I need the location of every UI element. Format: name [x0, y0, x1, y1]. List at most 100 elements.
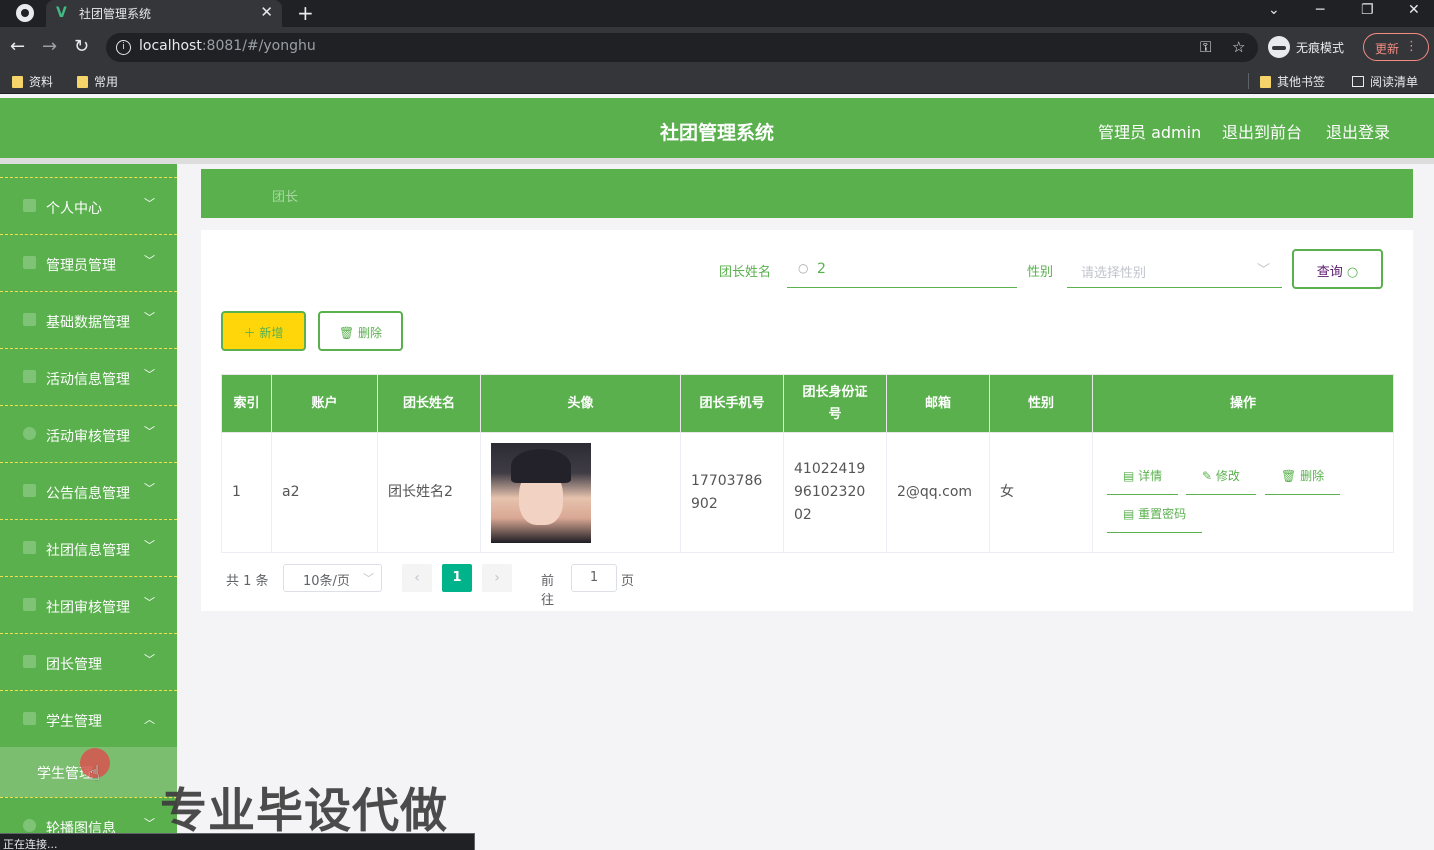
batch-delete-button[interactable]: 🗑 删除	[318, 311, 403, 351]
sidebar-item-student-management[interactable]: 学生管理 ︿	[0, 690, 177, 747]
delete-row-button[interactable]: 🗑 删除	[1265, 465, 1341, 495]
bookmark-folder-changyong[interactable]: 常用	[77, 73, 118, 90]
chevron-down-icon: ﹀	[144, 311, 155, 324]
document-icon: ▤	[1123, 469, 1135, 483]
cell-email: 2@qq.com	[886, 432, 990, 553]
chevron-down-icon: ﹀	[144, 254, 155, 267]
url-text: localhost:8081/#/yonghu	[139, 38, 316, 54]
grid-icon	[23, 313, 36, 326]
sidebar-item-label: 活动信息管理	[46, 372, 130, 388]
close-window-icon[interactable]: ✕	[1408, 2, 1420, 18]
cell-index: 1	[221, 432, 272, 553]
back-icon[interactable]: ←	[10, 36, 25, 57]
sidebar-item-label: 公告信息管理	[46, 486, 130, 502]
query-button[interactable]: 查询 ○	[1292, 249, 1383, 289]
key-icon[interactable]: ⚿	[1200, 38, 1211, 56]
cell-id-card: 410224199610232002	[783, 432, 887, 553]
query-label: 查询	[1316, 265, 1343, 280]
edit-icon: ✎	[1202, 469, 1213, 483]
app-header: 社团管理系统 管理员 admin 退出到前台 退出登录	[0, 98, 1434, 158]
site-info-icon[interactable]: i	[116, 40, 131, 55]
new-tab-icon[interactable]: +	[297, 1, 314, 25]
breadcrumb-item[interactable]: 团长	[272, 186, 298, 205]
chevron-down-icon: ﹀	[144, 197, 155, 210]
sidebar-item-personal-center[interactable]: 个人中心 ﹀	[0, 177, 177, 234]
logout-link[interactable]: 退出登录	[1326, 119, 1390, 143]
browser-tab-strip: V 社团管理系统 ✕ + ⌄ ─ ❐ ✕	[0, 0, 1434, 27]
goto-label: 前往	[541, 574, 555, 608]
reading-list[interactable]: 阅读清单	[1352, 73, 1418, 90]
sidebar-item-admin-management[interactable]: 管理员管理 ﹀	[0, 234, 177, 291]
group-icon	[23, 541, 36, 554]
url-input[interactable]: i localhost:8081/#/yonghu ⚿ ☆	[106, 33, 1258, 62]
folder-icon	[12, 75, 23, 88]
page-title: 社团管理系统	[659, 122, 774, 144]
tab-title: 社团管理系统	[79, 7, 152, 21]
browser-logo-icon	[16, 4, 34, 22]
cell-actions: ▤ 详情 ✎ 修改 🗑 删除 ▤ 重置密码	[1092, 432, 1394, 553]
prev-page-button[interactable]: ‹	[402, 564, 432, 592]
bookmark-star-icon[interactable]: ☆	[1232, 38, 1245, 56]
column-header[interactable]: 账户	[271, 374, 378, 433]
sidebar-item-label: 活动审核管理	[46, 429, 130, 445]
forward-icon[interactable]: →	[42, 36, 57, 57]
add-button[interactable]: ＋ 新增	[221, 311, 306, 351]
tab-close-icon[interactable]: ✕	[260, 3, 273, 21]
column-header[interactable]: 团长手机号	[680, 374, 784, 433]
chevron-up-icon: ︿	[144, 713, 155, 726]
column-header[interactable]: 团长姓名	[377, 374, 481, 433]
cell-account: a2	[271, 432, 378, 553]
sidebar-item-notice-info[interactable]: 公告信息管理 ﹀	[0, 462, 177, 519]
column-header[interactable]: 索引	[221, 374, 272, 433]
next-page-button[interactable]: ›	[482, 564, 512, 592]
gender-select[interactable]: 请选择性别 ﹀	[1067, 252, 1282, 288]
sidebar-item-club-info[interactable]: 社团信息管理 ﹀	[0, 519, 177, 576]
chevron-down-icon: ﹀	[363, 572, 374, 585]
other-bookmarks[interactable]: 其他书签	[1260, 73, 1325, 90]
chevron-down-icon: ﹀	[144, 539, 155, 552]
sidebar-item-leader-management[interactable]: 团长管理 ﹀	[0, 633, 177, 690]
exit-to-front-link[interactable]: 退出到前台	[1222, 119, 1302, 143]
column-header[interactable]: 操作	[1092, 374, 1394, 433]
watermark: 专业毕设代做	[160, 784, 448, 839]
admin-user-link[interactable]: 管理员 admin	[1098, 119, 1201, 143]
column-header[interactable]: 性别	[989, 374, 1093, 433]
avatar[interactable]	[491, 442, 591, 543]
column-header[interactable]: 邮箱	[886, 374, 990, 433]
incognito-indicator[interactable]: 无痕模式	[1268, 32, 1344, 62]
bookmarks-bar: 资料 常用 其他书签 阅读清单	[0, 67, 1434, 94]
tab-search-icon[interactable]: ⌄	[1268, 2, 1280, 18]
notice-icon	[23, 484, 36, 497]
address-bar-row: ← → ↻ i localhost:8081/#/yonghu ⚿ ☆ 无痕模式…	[0, 27, 1434, 67]
update-button[interactable]: 更新 ⋮	[1363, 33, 1429, 61]
edit-button[interactable]: ✎ 修改	[1186, 465, 1256, 495]
table-header-row: 索引 账户 团长姓名 头像 团长手机号 团长身份证号 邮箱 性别 操作	[221, 374, 1394, 433]
reset-password-button[interactable]: ▤ 重置密码	[1107, 503, 1203, 533]
sidebar-item-label: 团长管理	[46, 657, 102, 673]
detail-button[interactable]: ▤ 详情	[1107, 465, 1179, 495]
plus-icon: ＋	[243, 326, 256, 340]
leader-name-label: 团长姓名	[719, 265, 772, 280]
minimize-icon[interactable]: ─	[1316, 2, 1324, 18]
list-icon	[23, 598, 36, 611]
page-size-select[interactable]: 10条/页 ﹀	[283, 564, 382, 592]
leader-name-input[interactable]: ○ 2	[787, 252, 1017, 288]
chevron-down-icon: ﹀	[144, 425, 155, 438]
sidebar-item-base-data[interactable]: 基础数据管理 ﹀	[0, 291, 177, 348]
page-number-current[interactable]: 1	[442, 564, 472, 592]
restore-icon[interactable]: ❐	[1361, 2, 1374, 18]
breadcrumb: 团长	[201, 169, 1413, 218]
sidebar-item-label: 学生管理	[46, 714, 102, 730]
goto-page-input[interactable]: 1	[571, 564, 617, 592]
column-header[interactable]: 头像	[480, 374, 681, 433]
column-header[interactable]: 团长身份证号	[783, 374, 887, 433]
sidebar-item-club-review[interactable]: 社团审核管理 ﹀	[0, 576, 177, 633]
sidebar-item-activity-review[interactable]: 活动审核管理 ﹀	[0, 405, 177, 462]
reload-icon[interactable]: ↻	[74, 36, 89, 57]
sidebar-item-label: 社团审核管理	[46, 600, 130, 616]
bookmark-folder-ziliao[interactable]: 资料	[12, 73, 53, 90]
browser-tab[interactable]: V 社团管理系统 ✕	[46, 0, 282, 27]
bookmark-separator	[1248, 73, 1249, 89]
sidebar-item-activity-info[interactable]: 活动信息管理 ﹀	[0, 348, 177, 405]
header-divider	[0, 158, 1434, 164]
